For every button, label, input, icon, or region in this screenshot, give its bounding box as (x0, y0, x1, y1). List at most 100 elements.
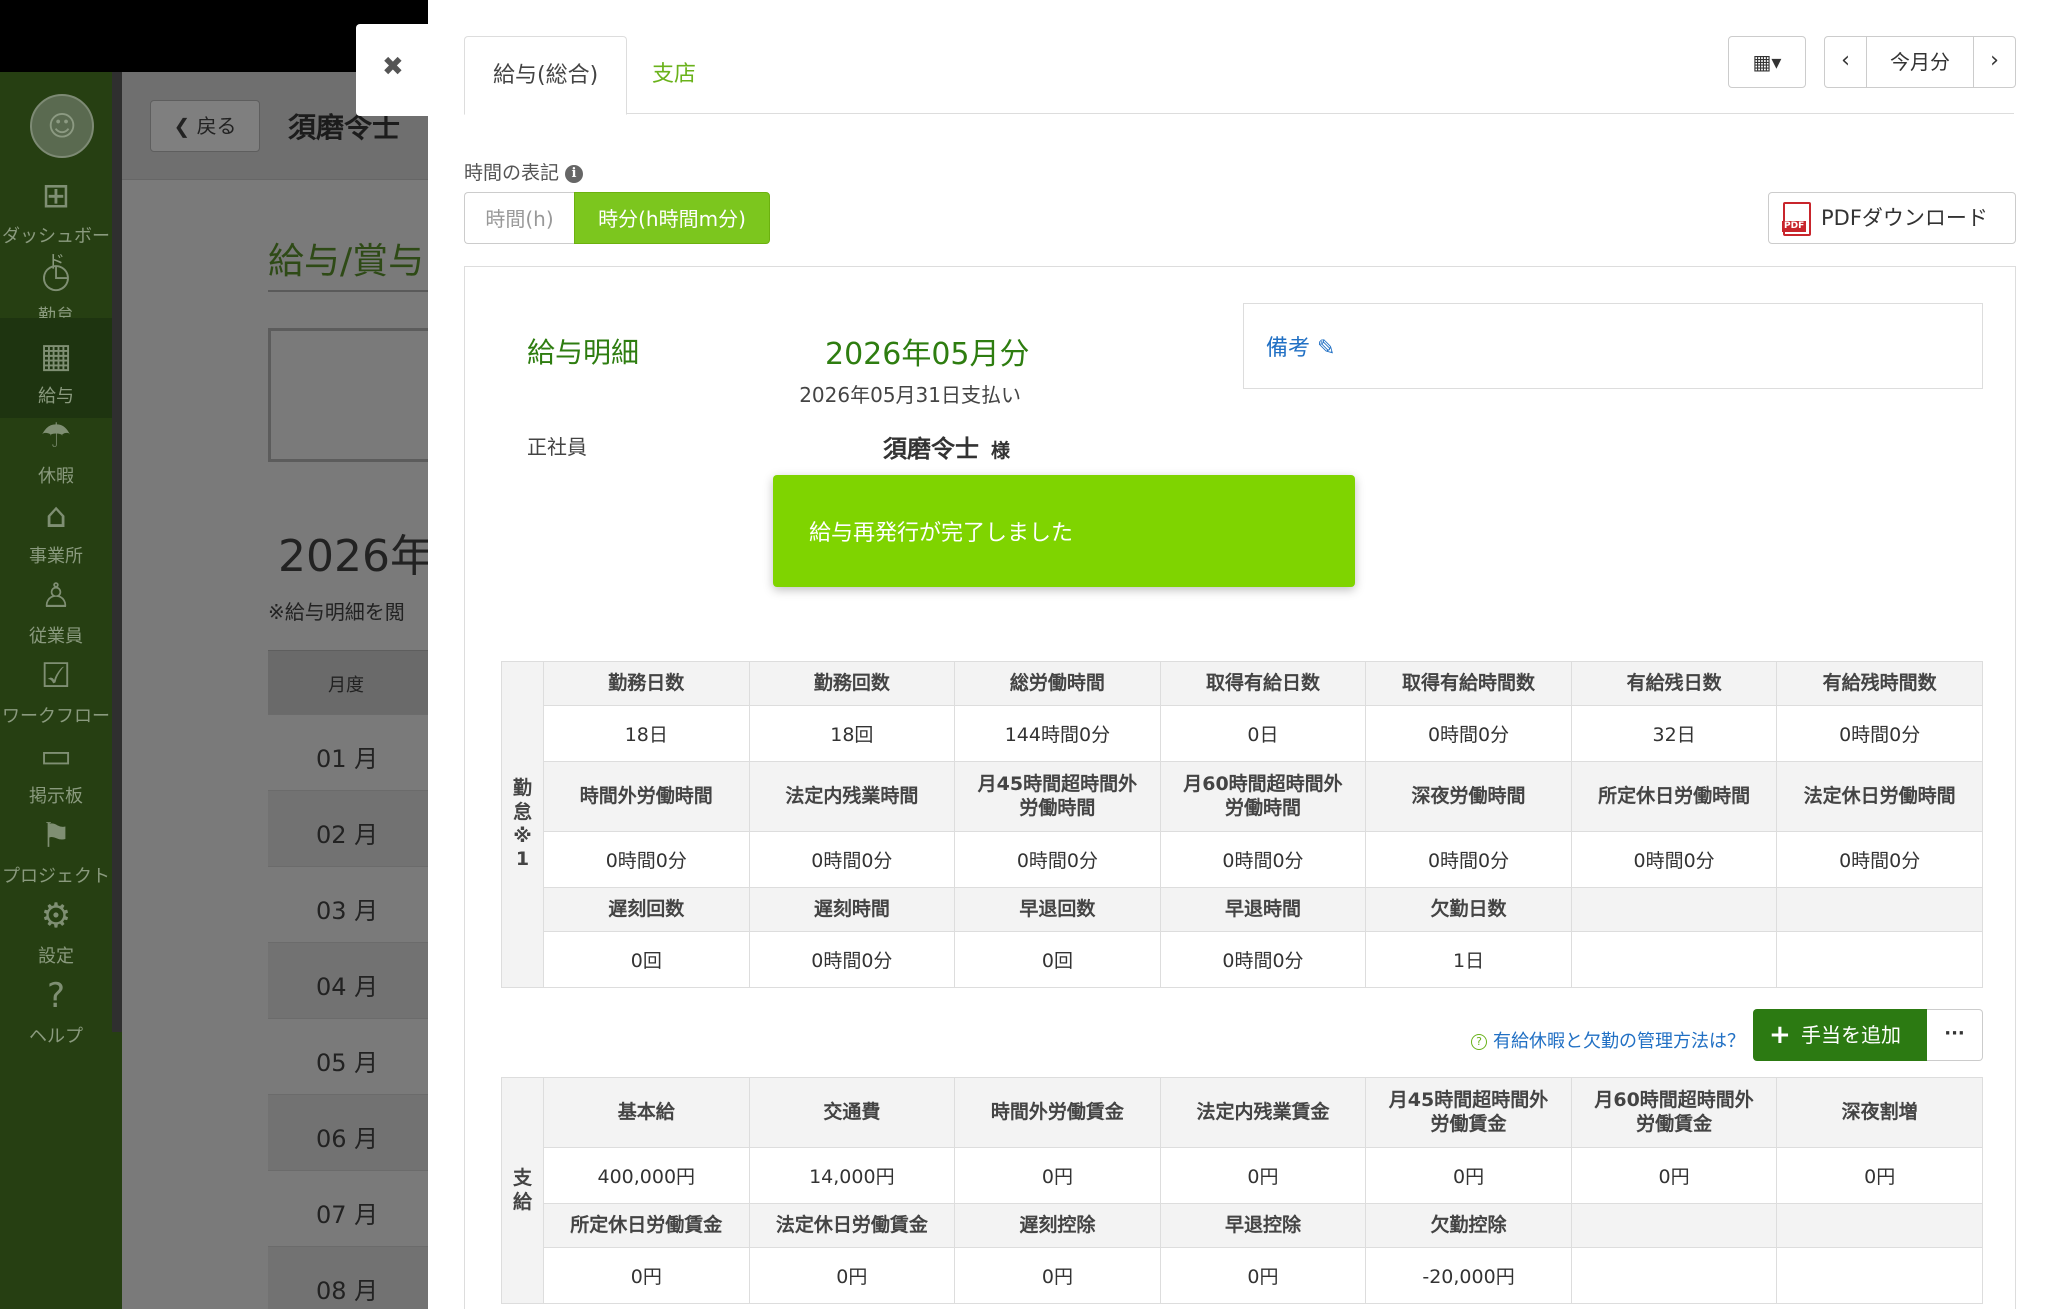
column-header: 遅刻時間 (748, 887, 956, 932)
remarks-edit-link[interactable]: 備考 ✎ (1266, 330, 1335, 362)
column-header: 遅刻控除 (954, 1203, 1161, 1248)
calendar-dropdown-button[interactable]: ▦▾ (1728, 36, 1806, 88)
column-header: 法定内残業賃金 (1159, 1077, 1367, 1148)
sidebar-item[interactable]: ? ヘルプ (0, 958, 112, 1058)
tab-payroll-overall[interactable]: 給与(総合) (464, 36, 628, 115)
column-header: 遅刻回数 (543, 887, 750, 932)
table-cell: 0円 (1159, 1247, 1367, 1304)
sidebar: ☺ ⊞ ダッシュボード ◷ 勤怠 ▦ 給与 ☂ 休暇 ⌂ 事業所 ♙ 従業員 ☑ ワークフロー ▭ 掲示板 ⚑ プ… (0, 72, 122, 1309)
header-row: 遅刻回数 遅刻時間 早退回数 早退時間 欠勤日数 (502, 887, 1983, 932)
table-cell: 0時間0分 (543, 831, 750, 888)
calculator-icon: ▦ (39, 336, 73, 376)
column-header: 早退回数 (954, 887, 1161, 932)
section-label: 勤 怠 ※ 1 (501, 661, 544, 988)
column-header: 欠勤控除 (1365, 1203, 1572, 1248)
close-icon: ✖ (382, 52, 404, 82)
table-row: 0円 0円 0円 0円 -20,000円 (502, 1247, 1983, 1304)
column-header: 時間外労働賃金 (954, 1077, 1161, 1148)
sidebar-item-label: ヘルプ (29, 1026, 83, 1047)
time-display-label: 時間の表記 i (464, 158, 584, 185)
column-header (1776, 1203, 1983, 1248)
table-cell: 0円 (954, 1247, 1161, 1304)
header-row: 支 給基本給 交通費 時間外労働賃金 法定内残業賃金 月45時間超時間外 労働賃金 月60… (501, 1077, 1983, 1304)
table-cell: 0円 (954, 1147, 1161, 1204)
column-header: 基本給 (543, 1077, 750, 1148)
parasol-icon: ☂ (40, 416, 72, 456)
attendance-table: 勤 怠 ※ 1 勤務日数 勤務回数 総労働時間 取得有給日数 取得有給時間数 有給残日数 有給… (501, 661, 1983, 988)
column-header: 有給残時間数 (1776, 661, 1983, 706)
table-cell: 400,000円 (543, 1147, 750, 1204)
remarks-box: 備考 ✎ (1243, 303, 1983, 389)
question-icon: ? (1471, 1034, 1487, 1050)
header-row: 所定休日労働賃金 法定休日労働賃金 遅刻控除 早退控除 欠勤控除 (502, 1203, 1983, 1248)
table-cell: 0円 (543, 1247, 750, 1304)
avatar[interactable]: ☺ (30, 94, 94, 158)
note-text: ※給与明細を閲 (268, 600, 405, 624)
table-cell: 0円 (748, 1247, 956, 1304)
previous-month-button[interactable]: ‹ (1825, 37, 1867, 87)
more-options-button[interactable]: ··· (1927, 1009, 1983, 1061)
table-cell: 18日 (543, 705, 750, 762)
month-navigation: ‹ 今月分 › (1824, 36, 2016, 88)
table-cell: 0時間0分 (1365, 705, 1572, 762)
flag-icon: ⚑ (40, 816, 72, 856)
column-header: 取得有給時間数 (1365, 661, 1572, 706)
sidebar-scrollbar[interactable] (112, 72, 122, 1032)
table-cell: 144時間0分 (954, 705, 1161, 762)
payslip: 給与明細 2026年05月分 2026年05月31日支払い 正社員 須磨令士様 … (464, 266, 2016, 1309)
header-row: 勤 怠 ※ 1 勤務日数 勤務回数 総労働時間 取得有給日数 取得有給時間数 有給残日数 有給… (501, 661, 1983, 988)
employment-type: 正社員 (527, 435, 587, 459)
background-main: ❮ 戻る 須磨令士 給与/賞与 1 2026年 ※給与明細を閲 月度 01 月0… (122, 72, 473, 1309)
year-heading: 2026年 (278, 531, 434, 582)
payslip-month: 2026年05月分 (825, 337, 1030, 372)
tab-branch[interactable]: 支店 (624, 36, 724, 114)
table-row: 0時間0分 0時間0分 0時間0分 0時間0分 0時間0分 0時間0分 0時間0分 (502, 831, 1983, 888)
plus-icon: + (1769, 1020, 1791, 1050)
chat-icon: ▭ (39, 736, 73, 776)
table-cell: 18回 (748, 705, 956, 762)
table-cell: 0時間0分 (748, 831, 956, 888)
column-header: 法定内残業時間 (748, 761, 956, 832)
table-row: 0回 0時間0分 0回 0時間0分 1日 (502, 931, 1983, 988)
table-cell (1776, 1247, 1983, 1304)
smiley-icon: ☺ (47, 109, 77, 143)
column-header (1570, 887, 1778, 932)
table-cell: 0時間0分 (1776, 705, 1983, 762)
table-cell: 0日 (1159, 705, 1367, 762)
hours-minutes-option[interactable]: 時分(h時間m分) (574, 192, 770, 244)
table-cell: 14,000円 (748, 1147, 956, 1204)
column-header: 所定休日労働賃金 (543, 1203, 750, 1248)
column-header: 有給残日数 (1570, 661, 1778, 706)
info-icon[interactable]: i (565, 164, 584, 183)
payslip-panel: 給与(総合) 支店 ▦▾ ‹ 今月分 › 時間の表記 i 時間(h) 時分(h時間… (428, 0, 2048, 1309)
column-header: 月60時間超時間外 労働賃金 (1570, 1077, 1778, 1148)
column-header: 勤務日数 (543, 661, 750, 706)
table-cell: 0時間0分 (748, 931, 956, 988)
close-panel-button[interactable]: ✖ (356, 24, 432, 116)
payment-table: 支 給基本給 交通費 時間外労働賃金 法定内残業賃金 月45時間超時間外 労働賃金 月60… (501, 1077, 1983, 1304)
payslip-title: 給与明細 (527, 336, 640, 369)
table-cell: 0時間0分 (1159, 831, 1367, 888)
add-allowance-button[interactable]: + 手当を追加 (1753, 1009, 1927, 1061)
column-header (1776, 887, 1983, 932)
column-header: 月45時間超時間外 労働賃金 (1365, 1077, 1572, 1148)
home-icon: ⌂ (45, 496, 67, 536)
table-cell: 0回 (954, 931, 1161, 988)
employee-name: 須磨令士様 (883, 435, 1011, 463)
pdf-download-button[interactable]: PDF PDFダウンロード (1768, 192, 2016, 244)
column-header: 時間外労働時間 (543, 761, 750, 832)
table-row: 400,000円 14,000円 0円 0円 0円 0円 0円 (502, 1147, 1983, 1204)
help-icon: ? (46, 976, 66, 1016)
column-header: 早退控除 (1159, 1203, 1367, 1248)
column-header: 法定休日労働時間 (1776, 761, 1983, 832)
column-header: 深夜割増 (1776, 1077, 1983, 1148)
column-header: 欠勤日数 (1365, 887, 1572, 932)
hours-option[interactable]: 時間(h) (464, 192, 574, 244)
help-link[interactable]: ? 有給休暇と欠勤の管理方法は？ (1471, 1027, 1745, 1053)
column-header: 取得有給日数 (1159, 661, 1367, 706)
current-month-button[interactable]: 今月分 (1867, 37, 1973, 87)
table-cell (1570, 1247, 1778, 1304)
header-row: 時間外労働時間 法定内残業時間 月45時間超時間外 労働時間 月60時間超時間外 労働… (502, 761, 1983, 832)
next-month-button[interactable]: › (1973, 37, 2015, 87)
back-button[interactable]: ❮ 戻る (150, 100, 260, 152)
